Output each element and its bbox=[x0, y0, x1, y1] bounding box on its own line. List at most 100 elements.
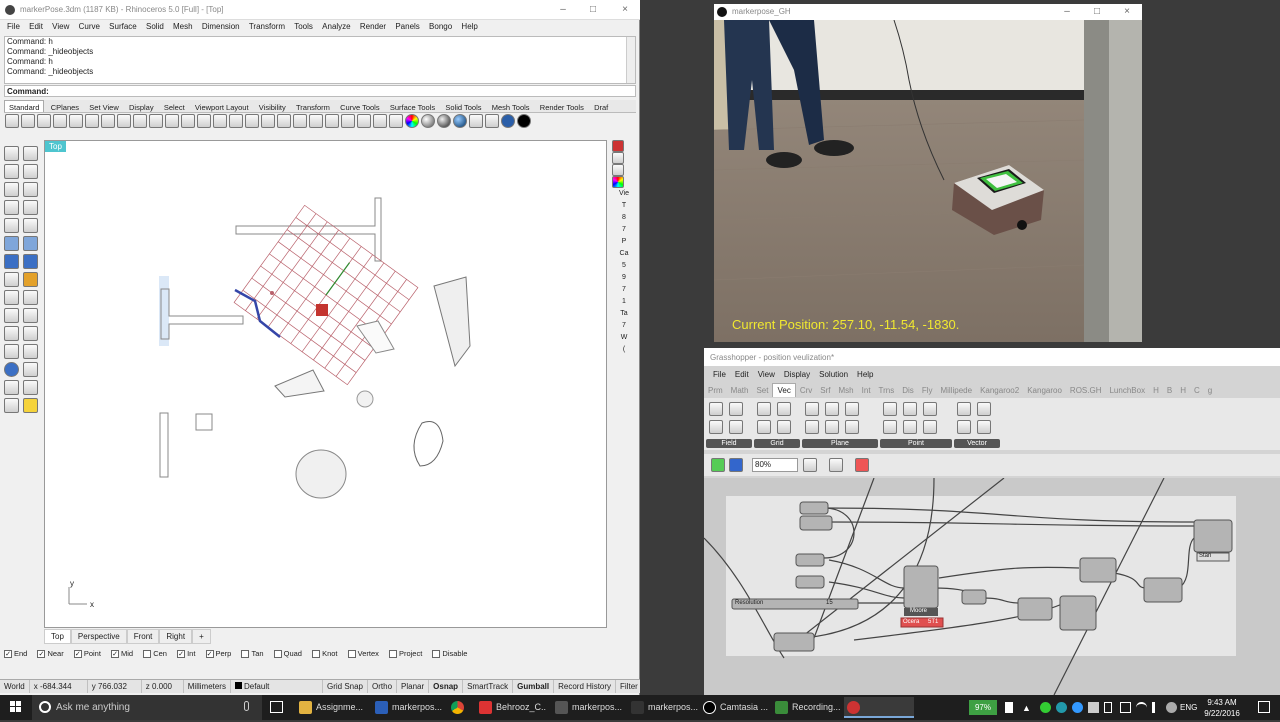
materials-icon[interactable] bbox=[612, 176, 624, 188]
gh-tab[interactable]: B bbox=[1163, 384, 1176, 397]
tab-drafting[interactable]: Draf bbox=[590, 101, 612, 112]
gh-menu-edit[interactable]: Edit bbox=[735, 368, 749, 382]
grid-icon[interactable] bbox=[757, 402, 771, 416]
taskbar-app-chrome[interactable] bbox=[448, 697, 468, 718]
group-icon[interactable] bbox=[4, 398, 19, 413]
osnap-perp-checkbox[interactable]: ✓ bbox=[205, 650, 214, 659]
gh-tab[interactable]: Kangaroo2 bbox=[976, 384, 1023, 397]
osnap-near-checkbox[interactable]: ✓ bbox=[37, 650, 46, 659]
taskbar-app-markerpose-1[interactable]: markerpos... bbox=[372, 697, 442, 718]
osnap-cen-checkbox[interactable] bbox=[143, 650, 152, 659]
pan-hand-icon[interactable] bbox=[149, 114, 163, 128]
shaded-sphere-icon[interactable] bbox=[421, 114, 435, 128]
tab-curve-tools[interactable]: Curve Tools bbox=[336, 101, 383, 112]
tab-visibility[interactable]: Visibility bbox=[255, 101, 290, 112]
battery-icon[interactable] bbox=[1120, 702, 1131, 713]
task-view-icon[interactable] bbox=[270, 701, 283, 713]
osnap-mid-checkbox[interactable]: ✓ bbox=[111, 650, 120, 659]
clock[interactable]: 9:43 AM 9/22/2016 bbox=[1195, 695, 1249, 720]
osnap-toggle[interactable]: Osnap bbox=[429, 680, 464, 693]
osnap-int-checkbox[interactable]: ✓ bbox=[177, 650, 186, 659]
units-status[interactable]: Millimeters bbox=[184, 680, 231, 693]
new-icon[interactable] bbox=[5, 114, 19, 128]
zoom-icon[interactable] bbox=[181, 114, 195, 128]
gh-tab[interactable]: Srf bbox=[816, 384, 834, 397]
layer-status[interactable]: Default bbox=[231, 680, 323, 693]
gh-menu-file[interactable]: File bbox=[713, 368, 726, 382]
tab-cplanes[interactable]: CPlanes bbox=[47, 101, 83, 112]
material-sphere-icon[interactable] bbox=[453, 114, 467, 128]
rhino-titlebar[interactable]: markerPose.3dm (1187 KB) - Rhinoceros 5.… bbox=[0, 0, 640, 20]
field-icon[interactable] bbox=[709, 420, 723, 434]
taskbar-app-markerpose-2[interactable]: markerpos... bbox=[552, 697, 622, 718]
sphere-icon[interactable] bbox=[4, 362, 19, 377]
osnap-end-checkbox[interactable]: ✓ bbox=[4, 650, 12, 659]
zoom-extents-icon[interactable] bbox=[803, 458, 817, 472]
command-history[interactable]: Command: h Command: _hideobjects Command… bbox=[4, 36, 636, 84]
close-button[interactable]: × bbox=[618, 3, 632, 17]
car-icon[interactable] bbox=[293, 114, 307, 128]
cut-icon[interactable] bbox=[85, 114, 99, 128]
zoom-select[interactable]: 80% bbox=[752, 458, 798, 472]
text-icon[interactable] bbox=[4, 344, 19, 359]
cplane-icon[interactable] bbox=[277, 114, 291, 128]
grid-icon[interactable] bbox=[757, 420, 771, 434]
top-viewport[interactable]: Top y x bbox=[44, 140, 607, 628]
arc-icon[interactable] bbox=[4, 182, 19, 197]
planar-toggle[interactable]: Planar bbox=[397, 680, 430, 693]
import-icon[interactable] bbox=[69, 114, 83, 128]
minimize-button[interactable]: – bbox=[556, 3, 570, 17]
menu-tools[interactable]: Tools bbox=[294, 20, 313, 34]
gh-menu-solution[interactable]: Solution bbox=[819, 368, 848, 382]
menu-surface[interactable]: Surface bbox=[109, 20, 137, 34]
ortho-toggle[interactable]: Ortho bbox=[368, 680, 398, 693]
battery-indicator[interactable]: 97% bbox=[969, 700, 997, 715]
viewport-grid-icon[interactable] bbox=[261, 114, 275, 128]
boolean-icon[interactable] bbox=[23, 272, 38, 287]
warning-icon[interactable] bbox=[23, 398, 38, 413]
tab-top[interactable]: Top bbox=[44, 629, 71, 644]
maximize-button[interactable]: □ bbox=[586, 3, 600, 17]
record-icon[interactable] bbox=[517, 114, 531, 128]
weather-icon[interactable] bbox=[1166, 702, 1177, 713]
menu-solid[interactable]: Solid bbox=[146, 20, 164, 34]
gh-tab[interactable]: C bbox=[1190, 384, 1204, 397]
osnap-tan[interactable]: Tan bbox=[241, 649, 264, 659]
field-icon[interactable] bbox=[729, 420, 743, 434]
tab-select[interactable]: Select bbox=[160, 101, 189, 112]
osnap-vertex[interactable]: Vertex bbox=[347, 649, 379, 659]
bluetooth-icon[interactable] bbox=[1104, 702, 1112, 713]
grasshopper-titlebar[interactable]: Grasshopper - position veulization* bbox=[704, 348, 1280, 366]
vector-icon[interactable] bbox=[977, 420, 991, 434]
gh-menu-display[interactable]: Display bbox=[784, 368, 810, 382]
rotate-view-icon[interactable] bbox=[165, 114, 179, 128]
display-panel-icon[interactable] bbox=[612, 164, 624, 176]
curve-icon[interactable] bbox=[23, 164, 38, 179]
tab-solid-tools[interactable]: Solid Tools bbox=[441, 101, 485, 112]
plane-icon[interactable] bbox=[805, 402, 819, 416]
video-maximize-button[interactable]: □ bbox=[1090, 5, 1104, 19]
osnap-disable[interactable]: Disable bbox=[432, 649, 467, 659]
osnap-end[interactable]: ✓ End bbox=[4, 649, 27, 659]
field-icon[interactable] bbox=[709, 402, 723, 416]
select-icon[interactable] bbox=[309, 114, 323, 128]
gh-tab[interactable]: Trns bbox=[875, 384, 899, 397]
grid-snap-toggle[interactable]: Grid Snap bbox=[323, 680, 369, 693]
plane-icon[interactable] bbox=[845, 402, 859, 416]
osnap-knot[interactable]: Knot bbox=[312, 649, 338, 659]
menu-edit[interactable]: Edit bbox=[29, 20, 43, 34]
mesh-icon[interactable] bbox=[4, 272, 19, 287]
menu-transform[interactable]: Transform bbox=[249, 20, 285, 34]
usb-icon[interactable] bbox=[1005, 702, 1013, 713]
tab-transform[interactable]: Transform bbox=[292, 101, 334, 112]
taskbar-app-assignment[interactable]: Assignme... bbox=[296, 697, 366, 718]
tab-set-view[interactable]: Set View bbox=[85, 101, 122, 112]
menu-mesh[interactable]: Mesh bbox=[173, 20, 193, 34]
taskbar-app-markerpose-3[interactable]: markerpos... bbox=[628, 697, 698, 718]
save-icon[interactable] bbox=[37, 114, 51, 128]
taskbar-app-markerpose-gh[interactable]: Camtasia ... bbox=[700, 697, 770, 718]
dropbox-icon[interactable] bbox=[1072, 702, 1083, 713]
tray-app-icon[interactable] bbox=[1040, 702, 1051, 713]
point-icon[interactable] bbox=[923, 420, 937, 434]
gumball-toggle[interactable]: Gumball bbox=[513, 680, 555, 693]
